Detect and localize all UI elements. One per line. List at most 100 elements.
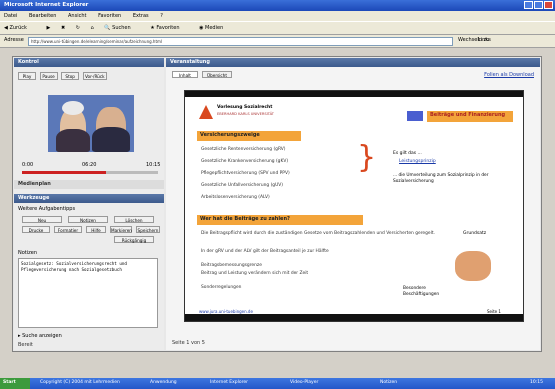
slide-title-box: Beiträge und Finanzierung [427,111,513,122]
taskbar-item-ie[interactable]: Internet Explorer [210,380,248,385]
grundsatz-label: Grundsatz [463,231,487,236]
home-icon[interactable]: ⌂ [91,25,94,31]
highlight-button[interactable]: Markieren [110,226,132,233]
presenter-left-shirt [56,129,90,152]
undo-button[interactable]: Rückgängig [114,236,154,243]
notes-textarea[interactable]: Sozialgesetz: Sozialversicherungsrecht u… [18,258,158,328]
event-header: Veranstaltung [166,58,540,67]
bullet-2: Gesetzliche Krankenversicherung (gKV) [201,159,289,164]
special-employment: Besondere Beschäftigungen [403,286,440,297]
bullet-10: Sonderregelungen [201,285,242,290]
taskbar-clock: 10:15 [530,380,543,385]
back-label: Zurück [9,25,27,31]
video-player[interactable] [48,95,134,152]
time-start: 0:00 [22,162,34,168]
menu-item-datei[interactable]: Datei [4,13,17,19]
taskbar-item-player[interactable]: Video-Player [290,380,318,385]
presenter-left-hair [62,101,84,115]
illustration-icon [455,251,491,281]
player-tabs: Play Pause Stop Vor-/Rück [18,72,107,80]
bullet-8: Beitragsbemessungsgrenze [201,263,262,268]
close-icon[interactable] [544,1,553,9]
maximize-icon[interactable] [534,1,543,9]
progress-track[interactable] [22,171,158,174]
notes-label: Notizen [18,250,38,256]
media-label: Medien [205,25,224,31]
delete-button[interactable]: Löschen [114,216,154,223]
taskbar-item-app[interactable]: Anwendung [150,380,177,385]
browser-toolbar: ◀ Zurück ▶ ✖ ↻ ⌂ 🔍 Suchen ★ Favoriten ◉ … [0,21,555,35]
tab-pause[interactable]: Pause [39,72,58,80]
notes-button[interactable]: Notizen [68,216,108,223]
tools-subtitle: Weitere Aufgabentipps [18,206,76,212]
favorites-label: Favoriten [156,25,180,31]
search-button[interactable]: 🔍 Suchen [104,25,139,31]
show-search-button[interactable]: ▸ Suche anzeigen [18,333,62,339]
note-principle-link: Leistungsprinzip [399,159,436,164]
media-plan-header[interactable]: Medienplan [14,180,164,189]
control-header: Kontrol [14,58,164,67]
search-label: Suchen [112,25,131,31]
lecture-slide: Vorlesung Sozialrecht EBERHARD KARLS UNI… [184,90,524,322]
menu-item-bearbeiten[interactable]: Bearbeiten [29,13,56,19]
window-title-bar: Microsoft Internet Explorer [0,0,555,11]
taskbar-item-notes[interactable]: Notizen [380,380,397,385]
logo-line1: Vorlesung Sozialrecht [217,105,273,110]
menu-bar: Datei Bearbeiten Ansicht Favoriten Extra… [0,11,555,21]
tab-content[interactable]: Inhalt [172,71,198,78]
section-insurance-types: Versicherungszweige [197,131,301,141]
tab-play[interactable]: Play [18,72,36,80]
format-button[interactable]: Formatier [54,226,82,233]
status-text: Bereit [18,342,33,348]
progress-fill [22,171,107,174]
taskbar-copyright: Copyright (C) 2004 mit Lehrmedien [40,380,120,385]
help-button[interactable]: Hilfe [86,226,106,233]
minimize-icon[interactable] [524,1,533,9]
show-search-label: Suche anzeigen [22,333,62,339]
forward-icon[interactable]: ▶ [47,25,51,31]
menu-item-help[interactable]: ? [160,13,163,19]
university-logo-icon [199,105,213,119]
taskbar: Start Copyright (C) 2004 mit Lehrmedien … [0,378,555,389]
bullet-5: Arbeitslosenversicherung (ALV) [201,195,270,200]
address-label: Adresse [4,37,24,43]
bullet-9: Beitrag und Leistung verändern sich mit … [201,271,309,276]
links-button[interactable]: Links [478,37,491,43]
section-who-pays: Wer hat die Beiträge zu zahlen? [197,215,363,225]
download-link[interactable]: Folien als Download [484,72,534,78]
menu-item-ansicht[interactable]: Ansicht [68,13,86,19]
refresh-icon[interactable]: ↻ [76,25,80,31]
bullet-3: Pflegepflichtversicherung (SPV und PPV) [201,171,290,176]
start-button[interactable]: Start [0,378,30,389]
media-button[interactable]: ◉ Medien [199,25,232,31]
save-button[interactable]: Speichern [136,226,160,233]
presenter-right-shirt [92,127,130,152]
note-redistribution: ... die Umverteilung zum Sozialprinzip i… [393,173,489,184]
favorites-button[interactable]: ★ Favoriten [150,25,188,31]
slide-top-bar [185,91,523,97]
bullet-1: Gesetzliche Rentenversicherung (gRV) [201,147,286,152]
time-mid: 06:20 [82,162,97,168]
stop-icon[interactable]: ✖ [61,25,65,31]
time-end: 10:15 [146,162,161,168]
url-field[interactable]: http://www.uni-tübingen.de/elearning/sem… [28,37,453,46]
back-button[interactable]: ◀ Zurück [4,25,36,31]
window-title: Microsoft Internet Explorer [4,2,89,8]
brace-icon: } [357,140,377,175]
new-button[interactable]: Neu [22,216,62,223]
bullet-4: Gesetzliche Unfallversicherung (gUV) [201,183,284,188]
address-bar: Adresse http://www.uni-tübingen.de/elear… [0,35,555,48]
tab-overview[interactable]: Übersicht [202,71,232,78]
page-indicator: Seite 1 von 5 [172,340,205,346]
slide-blue-icon [407,111,423,121]
tab-seek[interactable]: Vor-/Rück [82,72,107,80]
menu-item-favoriten[interactable]: Favoriten [98,13,121,19]
print-button[interactable]: Drucke [22,226,50,233]
tab-stop[interactable]: Stop [61,72,80,80]
menu-item-extras[interactable]: Extras [133,13,149,19]
note-principle: Es gilt das ... [393,151,422,156]
slide-bottom-bar [185,314,523,321]
logo-line2: EBERHARD KARLS UNIVERSITÄT [217,112,274,116]
bullet-6: Die Beitragspflicht wird durch die zustä… [201,231,435,236]
tools-header: Werkzeuge [14,194,164,203]
